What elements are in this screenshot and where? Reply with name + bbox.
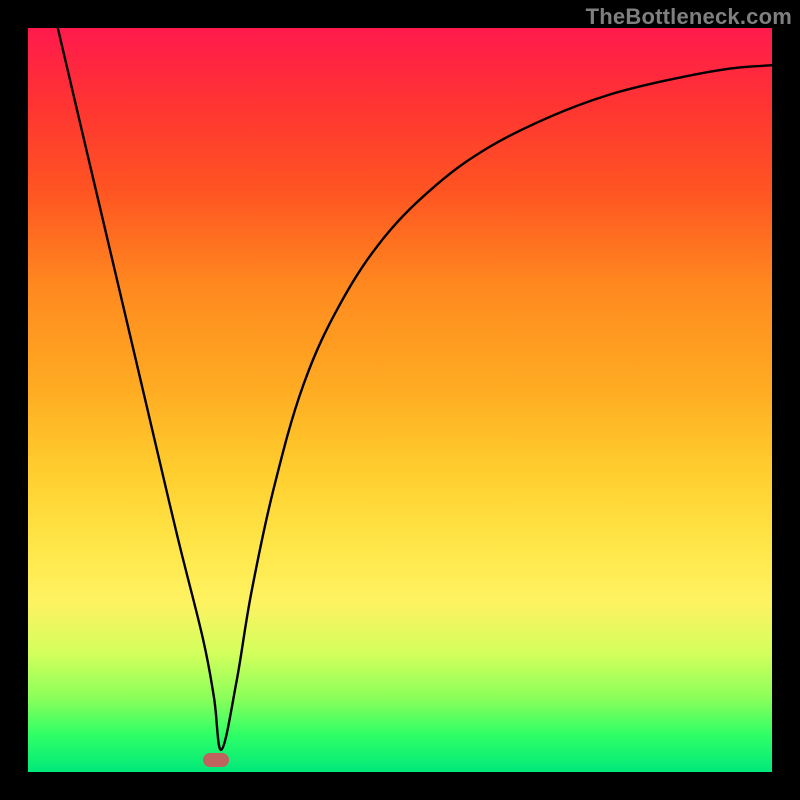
plot-area bbox=[28, 28, 772, 772]
chart-frame: TheBottleneck.com bbox=[0, 0, 800, 800]
minimum-marker bbox=[203, 753, 229, 767]
watermark-text: TheBottleneck.com bbox=[586, 4, 792, 30]
line-curve bbox=[28, 28, 772, 772]
